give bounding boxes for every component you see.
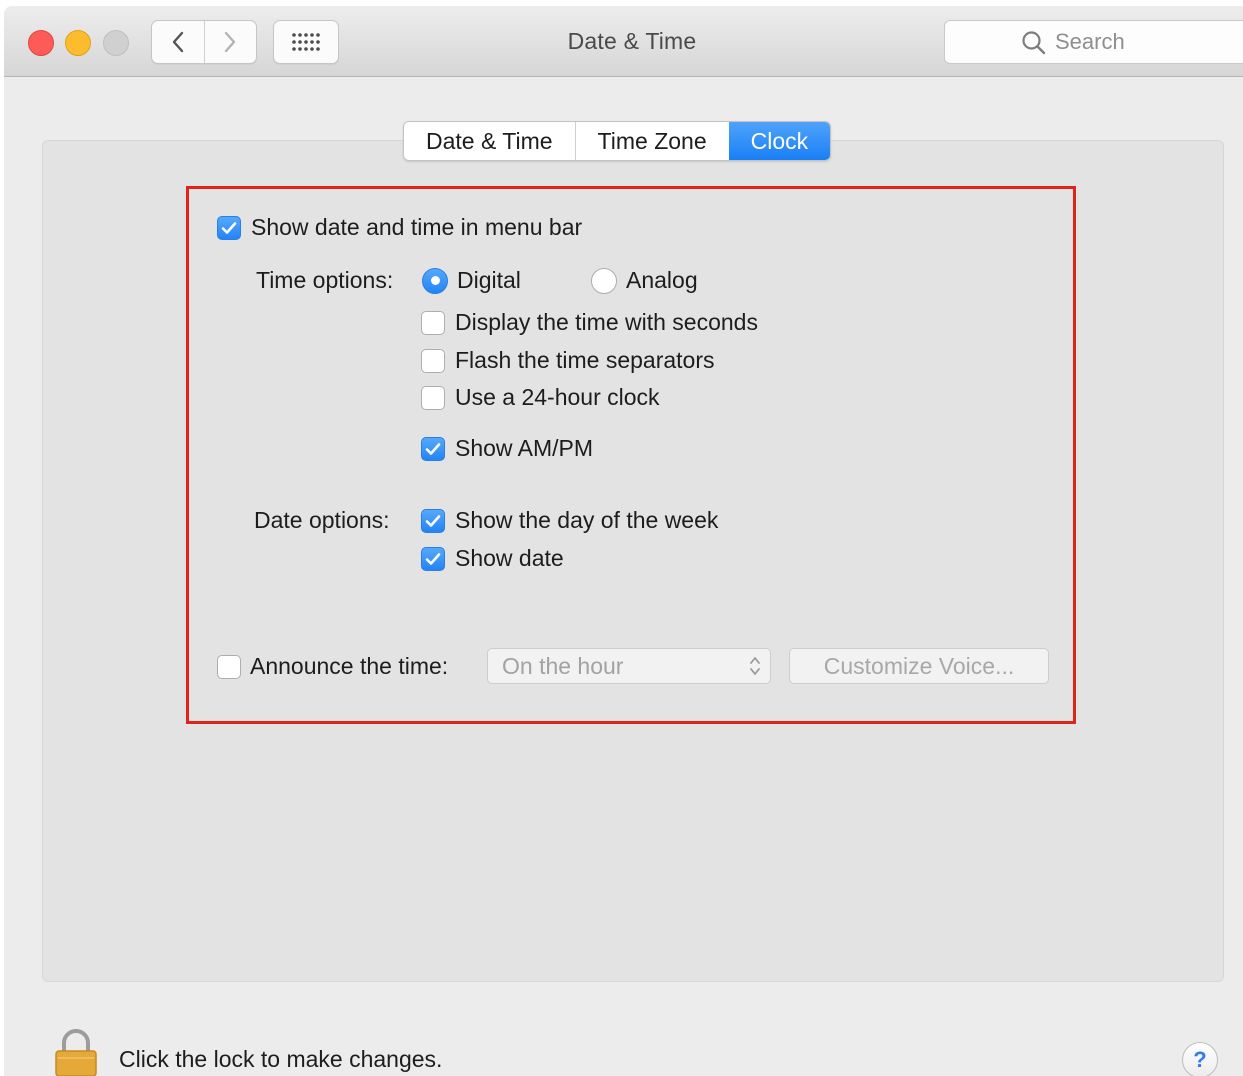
analog-radio-row[interactable]: Analog (591, 267, 698, 294)
digital-radio-row[interactable]: Digital (422, 267, 521, 294)
show-ampm-label: Show AM/PM (455, 435, 594, 461)
flash-separators-checkbox[interactable] (421, 348, 445, 373)
time-options-label: Time options: (256, 267, 394, 293)
tab-bar: Date & Time Time Zone Clock (403, 121, 832, 161)
announce-interval-value: On the hour (502, 653, 624, 679)
day-of-week-label: Show the day of the week (455, 507, 719, 533)
up-down-arrows-icon (750, 657, 760, 675)
announce-checkbox[interactable] (217, 654, 241, 679)
analog-radio[interactable] (591, 267, 617, 294)
use-24-hour-label: Use a 24-hour clock (455, 384, 660, 410)
show-date-label: Show date (455, 545, 564, 571)
checkmark-icon (425, 552, 441, 565)
announce-interval-select[interactable]: On the hour (487, 648, 771, 684)
show-in-menu-bar-row[interactable]: Show date and time in menu bar (217, 214, 582, 241)
flash-separators-label: Flash the time separators (455, 347, 715, 373)
preferences-window: Date & Time Date & Time Time Zone Clock … (4, 6, 1243, 1076)
seconds-label: Display the time with seconds (455, 309, 758, 335)
show-in-menu-bar-label: Show date and time in menu bar (251, 214, 583, 240)
checkmark-icon (425, 514, 441, 527)
search-icon (1022, 31, 1046, 55)
day-of-week-checkbox[interactable] (421, 508, 445, 533)
search-field[interactable] (944, 20, 1243, 64)
show-date-checkbox[interactable] (421, 546, 445, 571)
digital-label: Digital (457, 267, 521, 293)
date-options-label: Date options: (254, 507, 390, 533)
radio-dot (430, 276, 440, 285)
seconds-checkbox[interactable] (421, 310, 445, 335)
flash-separators-row[interactable]: Flash the time separators (421, 347, 715, 374)
search-input[interactable] (1055, 27, 1235, 57)
use-24-hour-row[interactable]: Use a 24-hour clock (421, 384, 660, 411)
checkmark-icon (221, 221, 237, 234)
digital-radio[interactable] (422, 267, 448, 294)
tab-time-zone[interactable]: Time Zone (574, 122, 729, 160)
tab-clock[interactable]: Clock (728, 122, 831, 160)
checkmark-icon (425, 442, 441, 455)
seconds-row[interactable]: Display the time with seconds (421, 309, 758, 336)
day-of-week-row[interactable]: Show the day of the week (421, 507, 718, 534)
show-date-row[interactable]: Show date (421, 545, 564, 572)
help-button[interactable]: ? (1182, 1042, 1218, 1076)
show-in-menu-bar-checkbox[interactable] (217, 215, 241, 240)
lock-message: Click the lock to make changes. (119, 1046, 443, 1072)
lock-icon[interactable] (52, 1028, 100, 1076)
announce-row[interactable]: Announce the time: (217, 653, 448, 680)
announce-label: Announce the time: (250, 653, 449, 679)
title-bar: Date & Time (4, 6, 1243, 77)
analog-label: Analog (626, 267, 698, 293)
customize-voice-button[interactable]: Customize Voice... (789, 648, 1049, 684)
show-ampm-row[interactable]: Show AM/PM (421, 435, 593, 462)
show-ampm-checkbox[interactable] (421, 436, 445, 461)
use-24-hour-checkbox[interactable] (421, 385, 445, 410)
tab-date-time[interactable]: Date & Time (404, 122, 575, 160)
